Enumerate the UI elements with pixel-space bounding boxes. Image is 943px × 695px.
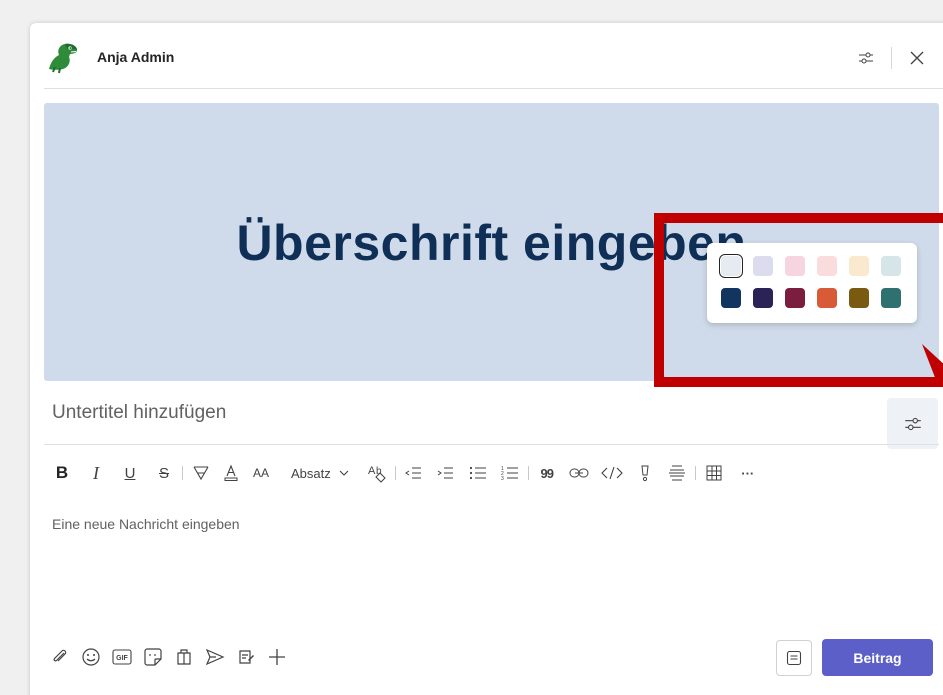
exclamation-icon xyxy=(641,465,649,482)
close-button[interactable] xyxy=(904,45,930,71)
table-icon xyxy=(706,465,722,481)
light-swatch-row xyxy=(719,254,917,278)
send-later-button[interactable] xyxy=(205,646,225,668)
chevron-down-icon xyxy=(339,470,349,476)
paragraph-label: Absatz xyxy=(291,465,331,481)
emoji-button[interactable] xyxy=(81,646,101,668)
light-color-swatch[interactable] xyxy=(753,256,773,276)
close-icon xyxy=(910,51,924,65)
annotation-arrow-icon xyxy=(922,344,943,380)
highlight-button[interactable] xyxy=(191,460,211,486)
italic-button[interactable]: I xyxy=(86,460,106,486)
light-color-swatch[interactable] xyxy=(785,256,805,276)
strikethrough-button[interactable]: S xyxy=(154,460,174,486)
dark-color-swatch[interactable] xyxy=(817,288,837,308)
horizontal-rule-button[interactable] xyxy=(667,460,687,486)
post-card: Anja Admin Überschrift eingeben xyxy=(30,23,943,695)
color-palette-popup xyxy=(707,243,917,323)
post-settings-button[interactable] xyxy=(853,45,879,71)
light-color-swatch[interactable] xyxy=(817,256,837,276)
outdent-icon xyxy=(404,467,421,479)
dark-color-swatch[interactable] xyxy=(753,288,773,308)
subtitle-input[interactable]: Untertitel hinzufügen xyxy=(52,402,226,424)
send-icon xyxy=(205,648,225,666)
dinosaur-avatar-icon xyxy=(44,38,82,76)
loop-icon xyxy=(239,650,254,664)
praise-icon xyxy=(177,649,191,665)
format-icon xyxy=(786,650,802,666)
light-color-swatch[interactable] xyxy=(881,256,901,276)
subtitle-divider xyxy=(44,444,939,445)
header-actions xyxy=(853,45,930,71)
important-button[interactable] xyxy=(635,460,655,486)
gif-icon: GIF xyxy=(112,649,132,665)
dark-color-swatch[interactable] xyxy=(721,288,741,308)
dark-color-swatch[interactable] xyxy=(785,288,805,308)
link-icon xyxy=(569,468,589,478)
header-divider-line xyxy=(44,88,943,89)
indent-icon xyxy=(437,467,453,479)
code-button[interactable] xyxy=(600,460,623,486)
toolbar-separator xyxy=(694,466,696,480)
sticker-icon xyxy=(144,648,162,666)
toolbar-separator xyxy=(394,466,396,480)
message-input[interactable]: Eine neue Nachricht eingeben xyxy=(52,516,240,532)
font-color-button[interactable] xyxy=(221,460,241,486)
dark-swatch-row xyxy=(721,288,917,308)
praise-button[interactable] xyxy=(174,646,194,668)
attach-button[interactable] xyxy=(50,646,70,668)
quote-button[interactable]: 99 xyxy=(537,460,557,486)
svg-text:A: A xyxy=(368,465,376,477)
bullet-list-icon xyxy=(469,466,486,480)
numbered-list-button[interactable]: 123 xyxy=(500,460,520,486)
header-divider xyxy=(891,47,892,69)
sticker-button[interactable] xyxy=(143,646,163,668)
toolbar-separator xyxy=(527,466,529,480)
light-color-swatch[interactable] xyxy=(849,256,869,276)
svg-text:b: b xyxy=(376,466,382,477)
numbered-list-icon: 123 xyxy=(501,466,518,481)
horizontal-rule-icon xyxy=(668,465,685,481)
compose-actions: GIF xyxy=(50,646,287,668)
toolbar-separator xyxy=(182,466,183,480)
light-color-swatch[interactable] xyxy=(719,254,743,278)
link-button[interactable] xyxy=(569,460,589,486)
format-toggle-button[interactable] xyxy=(776,640,812,676)
more-options-button[interactable]: ··· xyxy=(738,460,758,486)
add-app-button[interactable] xyxy=(267,646,287,668)
increase-indent-button[interactable] xyxy=(436,460,456,486)
format-toolbar: B I U S AA Absatz Ab 123 99 ··· xyxy=(52,460,758,486)
bold-button[interactable]: B xyxy=(52,460,72,486)
sliders-icon xyxy=(904,417,921,430)
underline-button[interactable]: U xyxy=(120,460,140,486)
clear-formatting-icon: Ab xyxy=(368,465,386,483)
code-icon xyxy=(600,466,623,480)
gif-button[interactable]: GIF xyxy=(112,646,132,668)
highlighter-icon xyxy=(193,466,209,481)
decrease-indent-button[interactable] xyxy=(404,460,424,486)
bulleted-list-button[interactable] xyxy=(468,460,488,486)
headline-banner[interactable]: Überschrift eingeben xyxy=(44,103,939,449)
dark-color-swatch[interactable] xyxy=(849,288,869,308)
post-header: Anja Admin xyxy=(44,35,943,79)
sliders-icon xyxy=(859,52,873,64)
font-size-button[interactable]: AA xyxy=(251,460,271,486)
svg-text:3: 3 xyxy=(501,476,504,481)
banner-color-settings-button[interactable] xyxy=(887,398,938,449)
plus-icon xyxy=(269,649,285,665)
font-color-icon xyxy=(224,464,238,481)
paragraph-dropdown[interactable]: Absatz xyxy=(291,466,349,481)
emoji-icon xyxy=(82,648,100,666)
insert-table-button[interactable] xyxy=(704,460,724,486)
post-button[interactable]: Beitrag xyxy=(822,639,933,676)
paperclip-icon xyxy=(53,649,67,662)
dark-color-swatch[interactable] xyxy=(881,288,901,308)
loop-component-button[interactable] xyxy=(236,646,256,668)
gif-label: GIF xyxy=(116,655,128,662)
author-name: Anja Admin xyxy=(97,49,175,65)
clear-formatting-button[interactable]: Ab xyxy=(367,460,387,486)
